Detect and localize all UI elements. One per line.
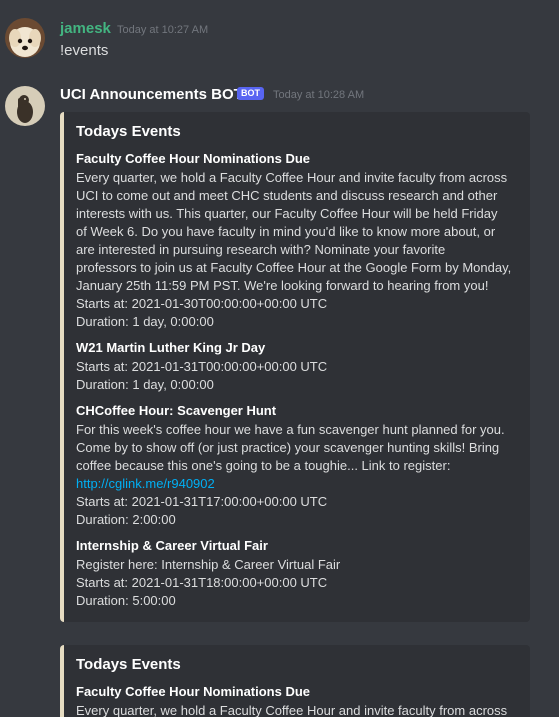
event-description-line: Every quarter, we hold a Faculty Coffee … <box>76 703 508 717</box>
event-description-line: Register here: Internship & Career Virtu… <box>76 557 341 572</box>
event-field: CHCoffee Hour: Scavenger Hunt For this w… <box>76 402 518 529</box>
event-description-line: are interested in pursuing research with… <box>76 242 446 257</box>
event-duration: Duration: 2:00:00 <box>76 512 176 527</box>
user-avatar-uci-bot[interactable] <box>5 86 45 126</box>
event-start-time: Starts at: 2021-01-31T18:00:00+00:00 UTC <box>76 575 328 590</box>
event-duration: Duration: 1 day, 0:00:00 <box>76 377 214 392</box>
username-uci-bot[interactable]: UCI Announcements BOT <box>60 86 243 103</box>
dog-avatar-icon <box>5 18 45 58</box>
event-description-line: coffee because this one's going to be a … <box>76 458 451 473</box>
event-duration: Duration: 5:00:00 <box>76 593 176 608</box>
event-field: Internship & Career Virtual Fair Registe… <box>76 537 518 610</box>
event-description-line: of Week 6. Do you have faculty in mind y… <box>76 224 496 239</box>
bot-tag-badge: BOT <box>237 87 264 100</box>
event-description-line: For this week's coffee hour we have a fu… <box>76 422 505 437</box>
event-start-time: Starts at: 2021-01-31T00:00:00+00:00 UTC <box>76 359 328 374</box>
event-field: Faculty Coffee Hour Nominations Due Ever… <box>76 150 518 331</box>
event-description-line: UCI to come out and meet CHC students an… <box>76 188 498 203</box>
anteater-avatar-icon <box>5 86 45 126</box>
event-start-time: Starts at: 2021-01-30T00:00:00+00:00 UTC <box>76 296 328 311</box>
event-name: CHCoffee Hour: Scavenger Hunt <box>76 403 277 418</box>
message-text: !events <box>60 42 109 59</box>
event-name: Internship & Career Virtual Fair <box>76 538 268 553</box>
event-duration: Duration: 1 day, 0:00:00 <box>76 314 214 329</box>
embed-todays-events: Todays Events Faculty Coffee Hour Nomina… <box>60 645 530 717</box>
event-name: W21 Martin Luther King Jr Day <box>76 340 266 355</box>
embed-todays-events: Todays Events Faculty Coffee Hour Nomina… <box>60 112 530 622</box>
user-avatar-jamesk[interactable] <box>5 18 45 58</box>
message-timestamp: Today at 10:27 AM <box>117 24 209 36</box>
register-link[interactable]: http://cglink.me/r940902 <box>76 475 518 493</box>
event-name: Faculty Coffee Hour Nominations Due <box>76 684 311 699</box>
message-timestamp: Today at 10:28 AM <box>273 89 365 101</box>
event-description-line: professors to join us at Faculty Coffee … <box>76 260 512 275</box>
chat-messages: jamesk Today at 10:27 AM !events UCI Ann… <box>0 0 559 717</box>
event-description-line: January 25th 11:59 PM PST. We're looking… <box>76 278 489 293</box>
event-description-line: interests with us. This quarter, our Fac… <box>76 206 498 221</box>
embed-title: Todays Events <box>76 656 181 673</box>
event-description-line: Every quarter, we hold a Faculty Coffee … <box>76 170 508 185</box>
event-field: W21 Martin Luther King Jr Day Starts at:… <box>76 339 518 394</box>
username-jamesk[interactable]: jamesk <box>60 20 111 37</box>
event-name: Faculty Coffee Hour Nominations Due <box>76 151 311 166</box>
event-description-line: Come by to show off (or just practice) y… <box>76 440 500 455</box>
embed-title: Todays Events <box>76 123 181 140</box>
event-start-time: Starts at: 2021-01-31T17:00:00+00:00 UTC <box>76 494 328 509</box>
event-field: Faculty Coffee Hour Nominations Due Ever… <box>76 683 518 717</box>
